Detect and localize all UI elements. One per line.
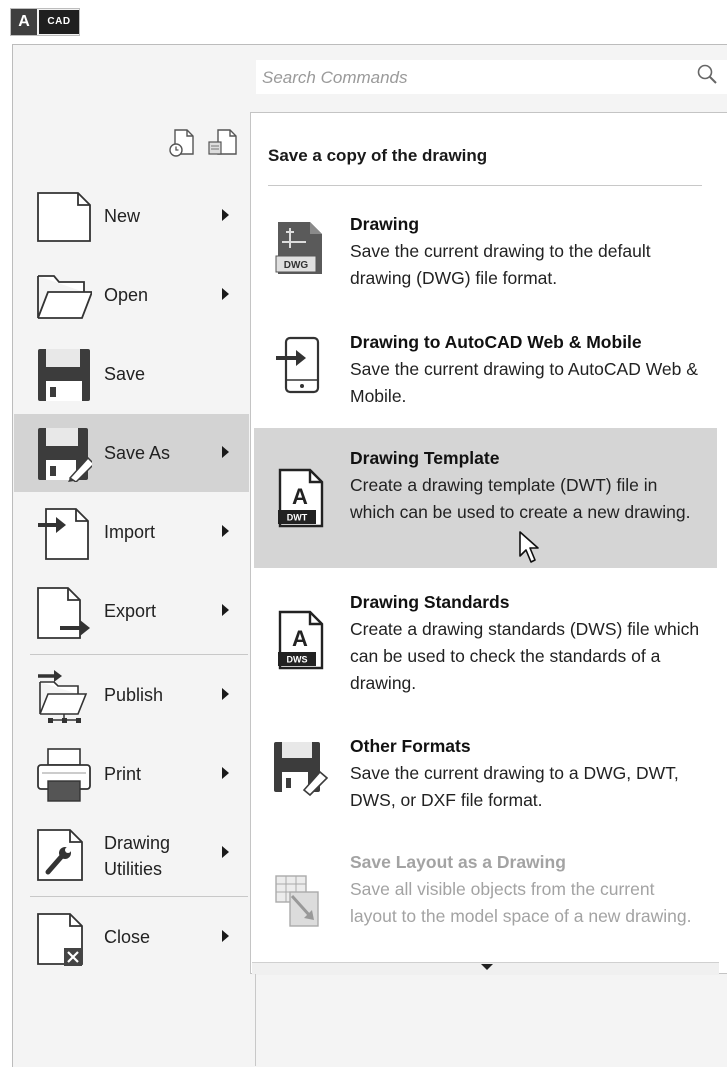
standards-letter: A: [292, 626, 308, 651]
submenu-item-drawing-template[interactable]: A DWT Drawing Template Create a drawing …: [254, 428, 717, 568]
save-as-icon: [38, 428, 92, 482]
save-as-other-icon: [274, 742, 328, 797]
layout-to-drawing-icon: [275, 875, 319, 927]
submenu-arrow-icon: [222, 288, 229, 300]
recent-documents-icon[interactable]: [168, 128, 196, 158]
menu-item-label: Open: [104, 285, 149, 305]
submenu-item-description: Create a drawing template (DWT) file in …: [350, 475, 691, 522]
drawing-utilities-icon: [37, 829, 83, 881]
submenu-item-title: Drawing Template: [350, 448, 500, 468]
search-input[interactable]: [256, 60, 694, 96]
submenu-item-other-formats[interactable]: Other Formats Save the current drawing t…: [254, 722, 717, 830]
submenu-divider: [268, 185, 702, 186]
menu-item-label: Publish: [104, 685, 164, 705]
submenu-arrow-icon: [222, 525, 229, 537]
menu-item-import[interactable]: Import: [14, 493, 249, 571]
menu-item-label: Save As: [104, 443, 171, 463]
menu-item-close[interactable]: Close: [14, 898, 249, 976]
menu-item-save-as[interactable]: Save As: [14, 414, 249, 492]
menu-item-label: Drawing Utilities: [104, 833, 171, 879]
dwt-badge: DWT: [287, 513, 308, 523]
search-icon[interactable]: [696, 63, 720, 87]
menu-item-export[interactable]: Export: [14, 572, 249, 650]
scroll-down-arrow-icon[interactable]: [481, 964, 493, 970]
dwt-file-icon: A DWT: [278, 468, 324, 528]
open-folder-icon: [37, 275, 92, 319]
menu-item-publish[interactable]: Publish: [14, 656, 249, 734]
submenu-arrow-icon: [222, 846, 229, 858]
menu-item-print[interactable]: Print: [14, 735, 249, 813]
dwg-file-icon: DWG: [275, 222, 322, 274]
submenu-item-description: Save all visible objects from the curren…: [350, 879, 692, 926]
menu-item-save[interactable]: Save: [14, 335, 249, 413]
submenu-item-description: Create a drawing standards (DWS) file wh…: [350, 619, 700, 693]
export-icon: [37, 587, 90, 639]
submenu-item-description: Save the current drawing to the default …: [350, 241, 651, 288]
menu-item-label: Save: [104, 364, 146, 384]
new-document-icon: [37, 192, 91, 242]
menu-item-label: Print: [104, 764, 142, 784]
import-icon: [38, 508, 89, 560]
submenu-arrow-icon: [222, 604, 229, 616]
menu-item-label: Close: [104, 927, 151, 947]
submenu-item-title: Drawing Standards: [350, 592, 510, 612]
search-box: [256, 60, 727, 96]
submenu-item-save-layout: Save Layout as a Drawing Save all visibl…: [254, 838, 717, 958]
submenu-arrow-icon: [222, 446, 229, 458]
menu-item-open[interactable]: Open: [14, 256, 249, 334]
menu-item-drawing-utilities[interactable]: Drawing Utilities: [14, 814, 249, 892]
menu-separator: [30, 654, 248, 655]
menu-column-divider: [255, 974, 256, 1066]
app-logo-tag: CAD: [39, 10, 79, 34]
submenu-item-drawing[interactable]: DWG Drawing Save the current drawing to …: [254, 200, 717, 310]
submenu-item-web-mobile[interactable]: Drawing to AutoCAD Web & Mobile Save the…: [254, 318, 717, 426]
app-logo-letter: A: [11, 9, 37, 35]
template-letter: A: [292, 484, 308, 509]
publish-icon: [38, 670, 88, 723]
menu-item-label: Import: [104, 522, 156, 542]
mobile-device-icon: [276, 336, 320, 394]
dws-badge: DWS: [287, 655, 308, 665]
submenu-item-title: Drawing: [350, 214, 420, 234]
open-documents-icon[interactable]: [206, 128, 238, 158]
submenu-item-description: Save the current drawing to AutoCAD Web …: [350, 359, 698, 406]
save-icon: [38, 349, 90, 401]
mouse-cursor-icon: [519, 531, 539, 563]
close-document-icon: [37, 913, 83, 966]
submenu-title: Save a copy of the drawing: [268, 146, 488, 165]
printer-icon: [37, 748, 91, 802]
submenu-item-drawing-standards[interactable]: A DWS Drawing Standards Create a drawing…: [254, 580, 717, 708]
application-button[interactable]: A CAD: [10, 8, 80, 36]
submenu-item-title: Other Formats: [350, 736, 471, 756]
submenu-item-title: Save Layout as a Drawing: [350, 852, 566, 872]
menu-item-new[interactable]: New: [14, 177, 249, 255]
menu-item-label: Export: [104, 601, 157, 621]
submenu-arrow-icon: [222, 209, 229, 221]
submenu-item-title: Drawing to AutoCAD Web & Mobile: [350, 332, 642, 352]
submenu-arrow-icon: [222, 930, 229, 942]
dwg-badge: DWG: [284, 260, 309, 271]
submenu-item-description: Save the current drawing to a DWG, DWT, …: [350, 763, 679, 810]
submenu-arrow-icon: [222, 688, 229, 700]
menu-separator: [30, 896, 248, 897]
submenu-arrow-icon: [222, 767, 229, 779]
dws-file-icon: A DWS: [278, 610, 324, 670]
menu-item-label: New: [104, 206, 141, 226]
